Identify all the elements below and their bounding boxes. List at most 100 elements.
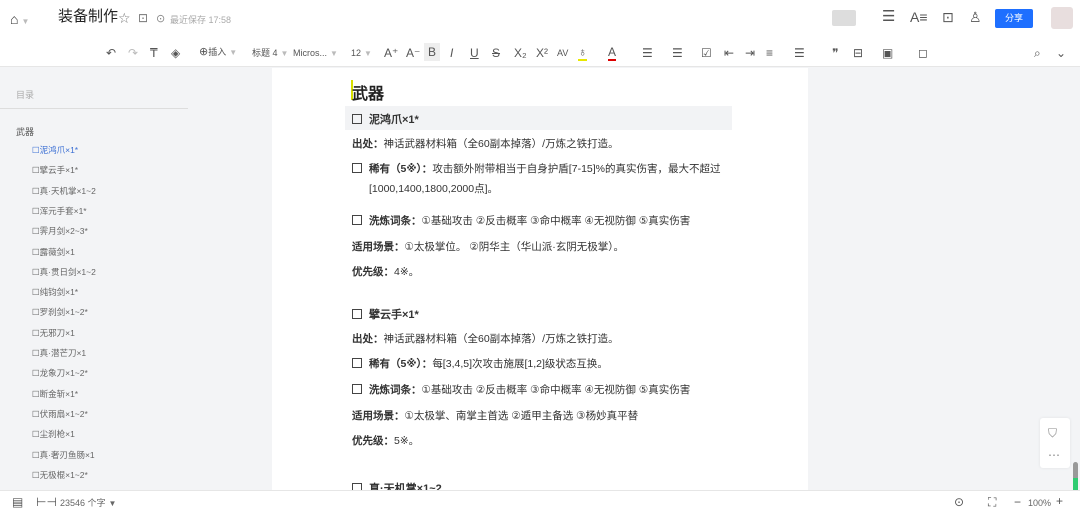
- app-icon[interactable]: ◻: [918, 46, 928, 60]
- increase-font-icon[interactable]: A⁺: [384, 46, 398, 60]
- toc-item[interactable]: ☐真·奢刃鱼肠×1: [32, 449, 95, 461]
- priority-line[interactable]: 优先级：4※。: [352, 264, 419, 279]
- top-bar: ⌂ ▼ 装备制作 ☆ ⊡ ⊙ 最近保存 17:58 ☰ A≡ ⊡ ♙ 分享: [0, 0, 1080, 37]
- bullet-list-icon[interactable]: ☰: [642, 46, 653, 60]
- collapse-toolbar-icon[interactable]: ⌄: [1056, 46, 1066, 60]
- toc-item[interactable]: ☐罗刹剑×1~2*: [32, 306, 88, 318]
- word-count[interactable]: 23546 个字 ▼: [60, 496, 116, 511]
- font-select[interactable]: Micros... ▼: [293, 46, 338, 61]
- source-line[interactable]: 出处：神话武器材料箱（全60副本掉落）/万炼之铁打造。: [352, 136, 619, 151]
- fullscreen-icon[interactable]: ⛶: [988, 495, 996, 509]
- zoom-out-button[interactable]: −: [1014, 495, 1021, 509]
- toc-item[interactable]: ☐无邪刀×1: [32, 327, 75, 339]
- toc-item[interactable]: ☐真·贯日剑×1~2: [32, 266, 96, 278]
- quote-icon[interactable]: ❞: [832, 46, 838, 60]
- toc-item[interactable]: ☐泥鸿爪×1*: [32, 144, 78, 156]
- star-icon[interactable]: ☆: [118, 11, 131, 25]
- heading-weapons[interactable]: 武器: [352, 80, 384, 104]
- image-icon[interactable]: ▣: [882, 46, 893, 60]
- toc-item[interactable]: ☐露薇剑×1: [32, 246, 75, 258]
- toc-item[interactable]: ☐纯钧剑×1*: [32, 286, 78, 298]
- checkbox[interactable]: [352, 163, 362, 173]
- rare-line[interactable]: 稀有（5※）：每[3,4,5]次攻击施展[1,2]级状态互换。: [352, 356, 608, 371]
- source-line[interactable]: 出处：神话武器材料箱（全60副本掉落）/万炼之铁打造。: [352, 331, 619, 346]
- entry-title: 擘云手×1*: [369, 309, 419, 321]
- text: [1000,1400,1800,2000点]。: [369, 183, 499, 195]
- italic-icon[interactable]: I: [450, 46, 453, 60]
- underline-icon[interactable]: U: [470, 46, 479, 60]
- zoom-in-button[interactable]: +: [1056, 494, 1063, 508]
- line-spacing-icon[interactable]: ☰: [794, 46, 805, 60]
- toc-item[interactable]: ☐尘刹枪×1: [32, 428, 75, 440]
- toc-divider: [0, 108, 188, 109]
- checkbox[interactable]: [352, 384, 362, 394]
- entry-heading[interactable]: 泥鸿爪×1*: [352, 111, 419, 127]
- strikethrough-icon[interactable]: S: [492, 46, 500, 60]
- play-icon[interactable]: ⊙: [954, 495, 964, 509]
- collaborate-icon[interactable]: ♙: [969, 10, 982, 24]
- bold-icon[interactable]: B: [424, 43, 440, 61]
- document-page[interactable]: [272, 68, 808, 490]
- scene-line[interactable]: 适用场景：①太极掌位。 ②阴华主（华山派·玄阴无极掌）。: [352, 239, 624, 254]
- user-avatar[interactable]: [1051, 7, 1073, 29]
- callout-icon[interactable]: ⊟: [853, 46, 863, 60]
- share-button[interactable]: 分享: [995, 9, 1033, 28]
- present-icon[interactable]: ⊡: [942, 10, 954, 24]
- toc-item[interactable]: ☐浑元手套×1*: [32, 205, 87, 217]
- home-icon[interactable]: ⌂ ▼: [10, 12, 29, 29]
- move-icon[interactable]: ⊡: [138, 11, 148, 25]
- checkbox[interactable]: [352, 114, 362, 124]
- priority-line[interactable]: 优先级：5※。: [352, 433, 419, 448]
- checkbox[interactable]: [352, 309, 362, 319]
- more-icon[interactable]: ⋯: [1048, 448, 1060, 462]
- toc-item[interactable]: ☐龙象刀×1~2*: [32, 367, 88, 379]
- decrease-font-icon[interactable]: A⁻: [406, 46, 420, 60]
- numbered-list-icon[interactable]: ☰: [672, 46, 683, 60]
- page-width-icon[interactable]: ⊢⊣: [36, 495, 57, 509]
- toc-title: 目录: [16, 90, 35, 100]
- indent-icon[interactable]: ⇥: [745, 46, 755, 60]
- size-select[interactable]: 12 ▼: [351, 46, 372, 61]
- rare-line[interactable]: 稀有（5※）：攻击额外附带相当于自身护盾[7-15]%的真实伤害，最大不超过: [352, 161, 721, 176]
- toc-item[interactable]: ☐擘云手×1*: [32, 164, 78, 176]
- toc-item[interactable]: ☐断金斩×1*: [32, 388, 78, 400]
- heading-select[interactable]: 标题 4 ▼: [252, 46, 288, 61]
- collaborators-avatars[interactable]: [832, 10, 856, 26]
- shirt-icon[interactable]: ⛉: [1048, 426, 1057, 440]
- checkbox[interactable]: [352, 358, 362, 368]
- font-color-icon[interactable]: A: [608, 45, 617, 61]
- subscript-icon[interactable]: X₂: [514, 46, 527, 60]
- search-icon[interactable]: ⌕: [1034, 46, 1041, 60]
- text-format-icon[interactable]: A≡: [910, 10, 928, 24]
- scene-line[interactable]: 适用场景：①太极掌、南掌主首选 ②遁甲主备选 ③杨妙真平替: [352, 408, 638, 423]
- align-icon[interactable]: ≡: [766, 46, 773, 60]
- superscript-icon[interactable]: X²: [536, 46, 548, 60]
- checkbox[interactable]: [352, 215, 362, 225]
- undo-icon[interactable]: ↶: [106, 46, 116, 60]
- entry-heading[interactable]: 擘云手×1*: [352, 306, 419, 322]
- toc-item[interactable]: ☐真·天机掌×1~2: [32, 185, 96, 197]
- outline-toggle-icon[interactable]: ▤: [12, 495, 23, 509]
- doc-title[interactable]: 装备制作: [58, 9, 118, 24]
- clear-format-icon[interactable]: ◈: [171, 46, 180, 60]
- char-spacing-icon[interactable]: AV: [557, 46, 568, 60]
- toc-item[interactable]: ☐无极棍×1~2*: [32, 469, 88, 481]
- entry-title: 泥鸿爪×1*: [369, 114, 419, 126]
- toc-item[interactable]: ☐伏雨扇×1~2*: [32, 408, 88, 420]
- menu-icon[interactable]: ☰: [882, 9, 895, 24]
- toc-item[interactable]: ☐真·潜芒刀×1: [32, 347, 86, 359]
- rare-line-cont[interactable]: [1000,1400,1800,2000点]。: [352, 181, 498, 196]
- checklist-icon[interactable]: ☑: [701, 46, 712, 60]
- refine-line[interactable]: 洗炼词条：①基础攻击 ②反击概率 ③命中概率 ④无视防御 ⑤真实伤害: [352, 213, 690, 228]
- text: ①太极掌位。 ②阴华主（华山派·玄阴无极掌）。: [404, 241, 625, 253]
- toc-item[interactable]: ☐霁月剑×2~3*: [32, 225, 88, 237]
- insert-button[interactable]: ⊕插入 ▼: [199, 45, 237, 60]
- outdent-icon[interactable]: ⇤: [724, 46, 734, 60]
- label: 稀有（5※）：: [369, 163, 433, 175]
- toc-section-weapons[interactable]: 武器: [16, 125, 34, 138]
- insert-label: 插入: [208, 47, 227, 57]
- redo-icon[interactable]: ↷: [128, 46, 138, 60]
- highlight-icon[interactable]: ♁: [578, 45, 587, 61]
- refine-line[interactable]: 洗炼词条：①基础攻击 ②反击概率 ③命中概率 ④无视防御 ⑤真实伤害: [352, 382, 690, 397]
- format-painter-icon[interactable]: ₸: [150, 46, 158, 60]
